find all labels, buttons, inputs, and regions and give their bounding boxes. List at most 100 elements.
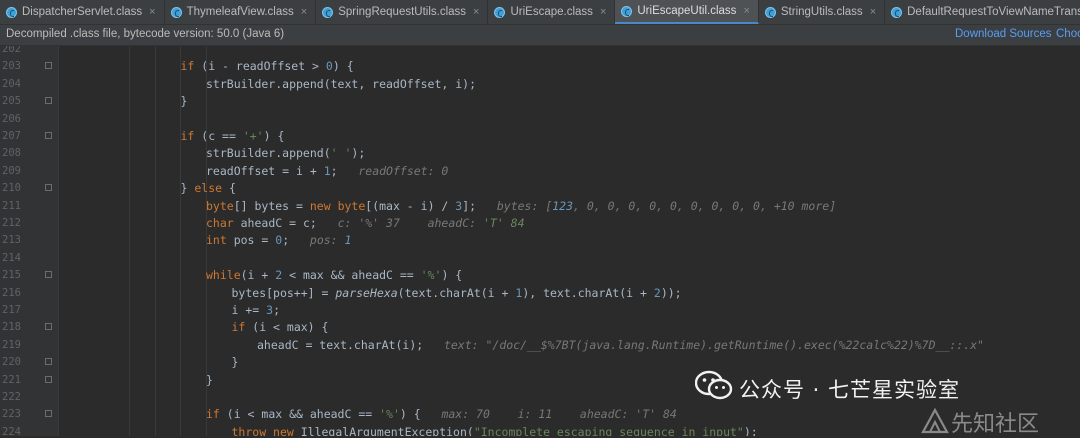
indent-guide	[180, 215, 181, 233]
code-text: throw new IllegalArgumentException("Inco…	[232, 424, 758, 436]
debug-inline-value: 'T' 84	[482, 216, 525, 230]
indent-guide	[180, 284, 181, 302]
close-tab-icon[interactable]: ×	[743, 5, 749, 17]
fold-marker-icon[interactable]	[45, 323, 52, 331]
code-token: parseHexa	[335, 285, 398, 300]
line-number: 204	[2, 77, 21, 90]
indent-guide	[180, 389, 181, 407]
indent-guide	[205, 93, 207, 111]
indent-guide	[180, 197, 181, 215]
code-token: strBuilder.append(text, readOffset, i);	[206, 76, 477, 91]
fold-marker-icon[interactable]	[45, 62, 52, 70]
fold-marker-icon[interactable]	[45, 410, 52, 418]
indent-guide	[154, 75, 156, 94]
code-token: aheadC = c;	[233, 216, 317, 230]
code-text: }	[232, 354, 239, 371]
indent-guide	[129, 58, 130, 76]
class-file-icon	[494, 6, 506, 18]
code-token: (text.charAt(i +	[397, 285, 516, 300]
code-token: bytes[pos++] =	[231, 285, 336, 300]
indent-guide	[180, 249, 181, 268]
code-token: '%'	[379, 407, 400, 422]
code-line: 204 strBuilder.append(text, readOffset, i…	[0, 75, 1080, 94]
code-text: bytes[pos++] = parseHexa(text.charAt(i +…	[232, 285, 682, 302]
indent-guide	[129, 145, 130, 163]
fold-marker-icon[interactable]	[45, 97, 52, 105]
fold-marker-icon[interactable]	[45, 132, 52, 139]
line-number: 205	[2, 95, 21, 108]
indent-guide	[129, 302, 130, 320]
class-file-icon	[621, 5, 633, 17]
fold-marker-icon[interactable]	[45, 184, 52, 192]
code-token: readOffset = i +	[206, 163, 324, 178]
tab-0[interactable]: DispatcherServlet.class ×	[0, 0, 165, 24]
debug-inline-value: , 0, 0, 0, 0, 0, 0, 0, 0, 0, +10 more]	[573, 198, 837, 213]
close-tab-icon[interactable]: ×	[870, 6, 876, 18]
code-line: 211 byte[] bytes = new byte[(max - i) / 3…	[0, 197, 1080, 215]
code-token: char	[206, 216, 234, 230]
code-token: '%'	[420, 268, 442, 283]
code-token: if	[180, 129, 195, 143]
indent-guide	[154, 423, 156, 436]
tab-3[interactable]: UriEscape.class ×	[488, 0, 616, 24]
line-number: 209	[2, 164, 21, 177]
fold-marker-icon[interactable]	[45, 375, 52, 383]
code-token: if	[206, 407, 220, 422]
code-line: 205}	[0, 93, 1080, 111]
class-file-icon	[891, 6, 903, 18]
code-token: }	[231, 355, 239, 370]
code-token: (i < max) {	[245, 320, 329, 335]
close-tab-icon[interactable]: ×	[473, 6, 479, 18]
tab-2[interactable]: SpringRequestUtils.class ×	[316, 0, 489, 24]
indent-guide	[180, 75, 181, 94]
line-number: 220	[2, 356, 21, 369]
line-number: 202	[2, 46, 21, 55]
code-text: if (i < max && aheadC == '%') { max: 70 …	[206, 406, 677, 423]
code-token: pos =	[226, 233, 276, 248]
code-token: 2	[653, 285, 661, 300]
indent-guide	[154, 319, 156, 337]
code-text: readOffset = i + 1; readOffset: 0	[206, 163, 448, 180]
tab-4[interactable]: UriEscapeUtil.class ×	[615, 0, 759, 24]
indent-guide	[205, 319, 207, 337]
fold-marker-icon[interactable]	[45, 271, 52, 279]
indent-guide	[129, 128, 130, 146]
debug-inline-value: 123	[552, 198, 574, 213]
fold-marker-icon[interactable]	[45, 358, 52, 366]
close-tab-icon[interactable]: ×	[301, 6, 307, 18]
indent-guide	[129, 46, 130, 59]
code-token: ));	[660, 285, 682, 300]
code-token: if	[231, 320, 246, 335]
indent-guide	[129, 180, 130, 198]
code-text: strBuilder.append(' ');	[206, 145, 365, 162]
code-line: 218 if (i < max) {	[0, 319, 1080, 337]
debug-inline-value: bytes: [	[476, 198, 553, 213]
indent-guide	[154, 284, 156, 302]
close-tab-icon[interactable]: ×	[600, 6, 606, 18]
line-number: 215	[2, 269, 21, 282]
indent-guide	[205, 302, 207, 320]
indent-guide	[205, 423, 207, 436]
code-line: 207 if (c == '+') {	[0, 128, 1080, 146]
code-line: 215 while(i + 2 < max && aheadC == '%') {	[0, 267, 1080, 285]
code-text: if (i - readOffset > 0) {	[181, 58, 354, 75]
indent-guide	[180, 46, 181, 59]
tab-5[interactable]: StringUtils.class ×	[759, 0, 886, 24]
xianzhi-logo-icon	[921, 408, 949, 434]
download-sources-link[interactable]: Download Sources	[955, 28, 1052, 40]
tab-6[interactable]: DefaultRequestToViewNameTranslator.class…	[885, 0, 1080, 24]
line-number: 217	[2, 304, 21, 316]
choose-sources-link[interactable]: Choo	[1056, 28, 1080, 40]
close-tab-icon[interactable]: ×	[149, 6, 155, 18]
indent-guide	[180, 145, 181, 163]
tab-1[interactable]: ThymeleafView.class ×	[165, 0, 317, 24]
tab-label: UriEscape.class	[510, 6, 593, 18]
code-token: ;	[330, 163, 338, 178]
code-text: aheadC = text.charAt(i); text: "/doc/__$…	[257, 337, 984, 354]
indent-guide	[154, 354, 156, 372]
code-token: ) {	[332, 59, 354, 74]
indent-guide	[129, 354, 130, 372]
code-line: 203 if (i - readOffset > 0) {	[0, 58, 1080, 76]
code-line: 217 i += 3;	[0, 302, 1080, 320]
class-file-icon	[170, 6, 182, 18]
